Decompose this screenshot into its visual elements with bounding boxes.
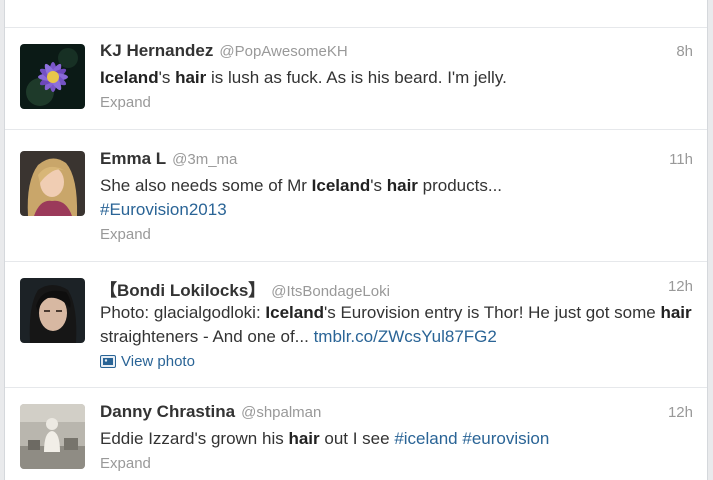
- tweet-stream: KJ Hernandez @PopAwesomeKH 8h Iceland's h…: [4, 0, 708, 480]
- stream-top-edge: [5, 0, 707, 28]
- vintage-photo-avatar[interactable]: [20, 404, 85, 469]
- view-photo-link[interactable]: View photo: [100, 351, 693, 375]
- tweet-text: Eddie Izzard's grown his hair out I see …: [100, 429, 550, 448]
- tweet-text: Iceland's hair is lush as fuck. As is hi…: [100, 68, 507, 87]
- tweet-item[interactable]: Danny Chrastina @shpalman 12h Eddie Izzar…: [5, 388, 707, 480]
- tweet-timestamp[interactable]: 12h: [668, 404, 693, 421]
- tweet-fullname[interactable]: Emma L: [100, 149, 166, 168]
- tweet-fullname[interactable]: Danny Chrastina: [100, 402, 235, 421]
- expand-link[interactable]: Expand: [100, 453, 693, 475]
- tweet-username[interactable]: @3m_ma: [172, 151, 237, 168]
- tweet-username[interactable]: @shpalman: [241, 404, 321, 421]
- tweet-fullname[interactable]: 【Bondi Lokilocks】: [100, 281, 265, 300]
- photo-icon: [100, 353, 116, 375]
- hashtag-link[interactable]: #eurovision: [462, 429, 549, 448]
- tweet-timestamp[interactable]: 8h: [676, 43, 693, 60]
- tweet-username[interactable]: @ItsBondageLoki: [271, 283, 390, 300]
- tweet-item[interactable]: Emma L @3m_ma 11h She also needs some of …: [5, 130, 707, 262]
- tweet-text: Photo: glacialgodloki: Iceland's Eurovis…: [100, 303, 692, 346]
- expand-link[interactable]: Expand: [100, 92, 693, 114]
- expand-link[interactable]: Expand: [100, 224, 693, 246]
- hashtag-link[interactable]: #Eurovision2013: [100, 200, 227, 219]
- tweet-text: She also needs some of Mr Iceland's hair…: [100, 176, 503, 219]
- tweet-timestamp[interactable]: 11h: [669, 151, 693, 168]
- dark-haired-man-avatar[interactable]: [20, 278, 85, 343]
- purple-flower-avatar[interactable]: [20, 44, 85, 109]
- tumblr-link[interactable]: tmblr.co/ZWcsYul87FG2: [314, 327, 497, 346]
- blonde-woman-avatar[interactable]: [20, 151, 85, 216]
- tweet-item[interactable]: 【Bondi Lokilocks】 @ItsBondageLoki 12h Pho…: [5, 262, 707, 388]
- tweet-fullname[interactable]: KJ Hernandez: [100, 41, 213, 60]
- tweet-username[interactable]: @PopAwesomeKH: [219, 43, 347, 60]
- tweet-timestamp[interactable]: 12h: [668, 278, 693, 295]
- hashtag-link[interactable]: #iceland: [394, 429, 457, 448]
- tweet-item[interactable]: KJ Hernandez @PopAwesomeKH 8h Iceland's h…: [5, 28, 707, 130]
